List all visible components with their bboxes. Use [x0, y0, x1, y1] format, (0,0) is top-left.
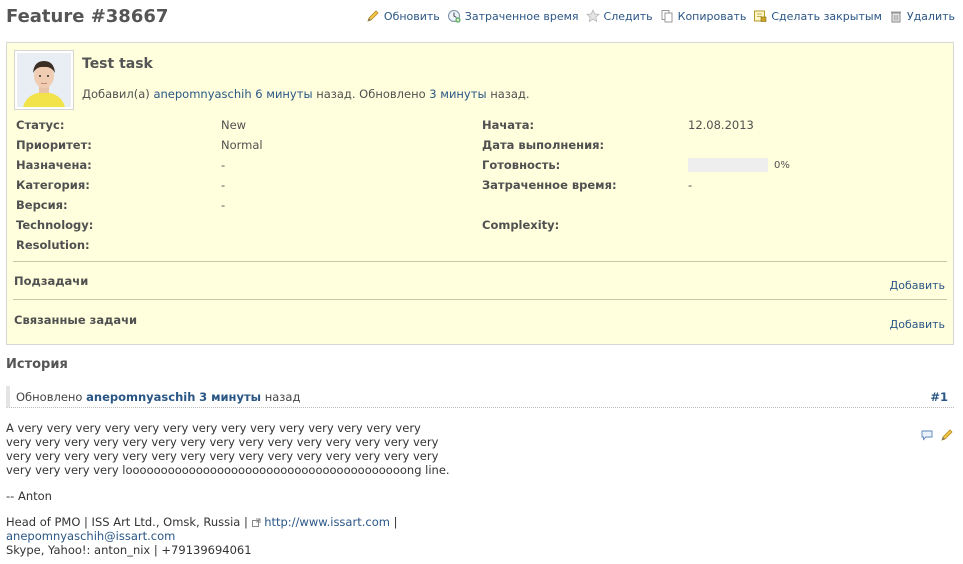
technology-value	[221, 215, 482, 235]
added-ago-link[interactable]: 6 минуты	[255, 87, 312, 101]
attr-row: Назначена: - Готовность: 0%	[16, 155, 946, 175]
journal-author-link[interactable]: anepomnyaschih	[86, 390, 195, 404]
add-relation-link[interactable]: Добавить	[890, 318, 945, 331]
external-link-icon	[251, 518, 261, 527]
author-link[interactable]: anepomnyaschih	[153, 87, 251, 101]
done-ratio-label: Готовность:	[482, 158, 561, 172]
updated-ago-link[interactable]: 3 минуты	[429, 87, 486, 101]
watch-button[interactable]: Следить	[585, 9, 653, 23]
spent-time-label: Затраченное время:	[482, 178, 617, 192]
trash-icon	[890, 11, 901, 23]
signature-line: Head of PMO | ISS Art Ltd., Omsk, Russia…	[6, 515, 398, 529]
log-time-button[interactable]: Затраченное время	[447, 9, 579, 23]
resolution-value	[221, 235, 482, 255]
version-label: Версия:	[16, 198, 68, 212]
edit-note-icon[interactable]	[940, 428, 954, 442]
note-line: A very very very very very very very ver…	[6, 421, 421, 435]
note-line: very very very very very very very very …	[6, 449, 439, 463]
attr-row: Technology: Complexity:	[16, 215, 946, 235]
make-private-button[interactable]: Сделать закрытым	[753, 9, 882, 23]
progress-text: 0%	[774, 159, 790, 171]
spent-time-value: -	[688, 178, 693, 192]
attr-row: Статус: New Начата: 12.08.2013	[16, 115, 946, 135]
attr-row: Приоритет: Normal Дата выполнения:	[16, 135, 946, 155]
assigned-value: -	[221, 158, 226, 172]
user-photo	[17, 53, 71, 107]
copy-button[interactable]: Копировать	[660, 9, 746, 23]
priority-label: Приоритет:	[16, 138, 92, 152]
category-label: Категория:	[16, 178, 90, 192]
journal-header: Обновлено anepomnyaschih 3 минуты назад …	[6, 386, 954, 408]
website-link[interactable]: http://www.issart.com	[264, 515, 390, 529]
copy-icon	[661, 10, 673, 23]
technology-label: Technology:	[16, 218, 94, 232]
progress-bar	[688, 158, 768, 172]
divider	[13, 299, 947, 300]
start-date-value: 12.08.2013	[688, 118, 754, 132]
journal-tools	[914, 428, 954, 442]
assigned-label: Назначена:	[16, 158, 92, 172]
note-line: very very very very very very very very …	[6, 435, 439, 449]
complexity-label: Complexity:	[482, 218, 560, 232]
time-add-icon	[447, 10, 461, 23]
start-date-label: Начата:	[482, 118, 535, 132]
status-label: Статус:	[16, 118, 65, 132]
page-title: Feature #38667	[6, 6, 169, 27]
relations-title: Связанные задачи	[14, 313, 138, 327]
edit-icon	[367, 10, 379, 22]
history-title: История	[6, 357, 68, 372]
attr-row: Категория: - Затраченное время: -	[16, 175, 946, 195]
note-line: very very very very looooooooooooooooooo…	[6, 463, 450, 477]
delete-button[interactable]: Удалить	[889, 9, 955, 23]
journal-number-link[interactable]: #1	[930, 390, 948, 404]
status-value: New	[221, 118, 247, 132]
journal-notes: A very very very very very very very ver…	[6, 421, 906, 557]
priority-value: Normal	[221, 138, 263, 152]
due-date-value	[688, 135, 946, 155]
complexity-value	[688, 215, 946, 235]
author-line: Добавил(а) anepomnyaschih 6 минуты назад…	[82, 87, 530, 101]
add-subtask-link[interactable]: Добавить	[890, 279, 945, 292]
issue-subject: Test task	[82, 56, 153, 72]
journal-time-link[interactable]: 3 минуты	[199, 390, 261, 404]
version-value: -	[221, 198, 226, 212]
lock-icon	[754, 10, 767, 22]
update-button[interactable]: Обновить	[366, 9, 440, 23]
avatar	[14, 50, 74, 110]
divider	[13, 261, 947, 262]
star-icon	[585, 9, 600, 23]
category-value: -	[221, 178, 226, 192]
quote-icon[interactable]	[920, 428, 934, 442]
issue-actions: Обновить Затраченное время Следить Копир…	[359, 9, 955, 23]
resolution-label: Resolution:	[16, 238, 90, 252]
due-date-label: Дата выполнения:	[482, 138, 605, 152]
signoff: -- Anton	[6, 489, 52, 503]
issue-details: Test task Добавил(а) anepomnyaschih 6 ми…	[6, 42, 954, 345]
done-ratio: 0%	[688, 158, 946, 172]
subtasks-title: Подзадачи	[14, 274, 89, 288]
contacts-line: Skype, Yahoo!: anton_nix | +79139694061	[6, 543, 252, 557]
attr-row: Resolution:	[16, 235, 946, 255]
issue-attributes: Статус: New Начата: 12.08.2013 Приоритет…	[16, 115, 946, 255]
email-link[interactable]: anepomnyaschih@issart.com	[6, 529, 175, 543]
attr-row: Версия: -	[16, 195, 946, 215]
